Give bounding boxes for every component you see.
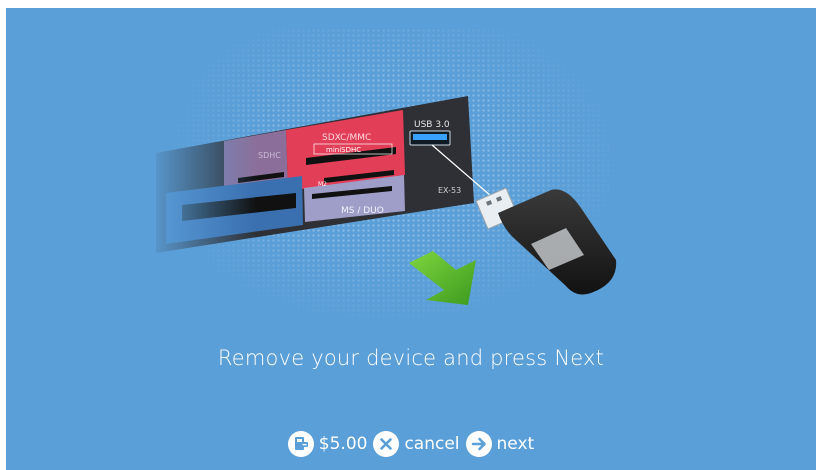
next-label: next <box>496 434 535 454</box>
sdxc-label: SDXC/MMC <box>322 133 371 143</box>
next-button[interactable]: next <box>465 431 535 457</box>
cancel-label: cancel <box>404 434 460 454</box>
usb-flash-drive <box>475 187 617 295</box>
price-label: $5.00 <box>318 434 368 454</box>
kiosk-screen: SDHC SDXC/MMC miniSDHC M2 MS / DUO USB 3… <box>6 8 816 470</box>
arrow-right-circle-icon <box>465 431 492 457</box>
bottom-bar: $5.00 cancel next <box>6 428 816 460</box>
price-button[interactable]: $5.00 <box>287 431 368 457</box>
card-reader-icon <box>287 431 314 457</box>
green-arrow-down-icon <box>409 251 476 305</box>
remove-device-illustration: SDHC SDXC/MMC miniSDHC M2 MS / DUO USB 3… <box>146 88 617 305</box>
card-reader-panel: SDHC SDXC/MMC miniSDHC M2 MS / DUO USB 3… <box>146 88 474 258</box>
model-label: EX-53 <box>438 186 461 195</box>
cancel-button[interactable]: cancel <box>373 431 460 457</box>
msduo-label: MS / DUO <box>341 206 384 216</box>
usb-label: USB 3.0 <box>414 120 450 130</box>
m2-label: M2 <box>318 181 327 188</box>
instruction-message: Remove your device and press Next <box>217 346 605 370</box>
minisd-label: miniSDHC <box>326 146 361 154</box>
x-circle-icon <box>373 431 400 457</box>
sdhc-label: SDHC <box>258 151 281 160</box>
